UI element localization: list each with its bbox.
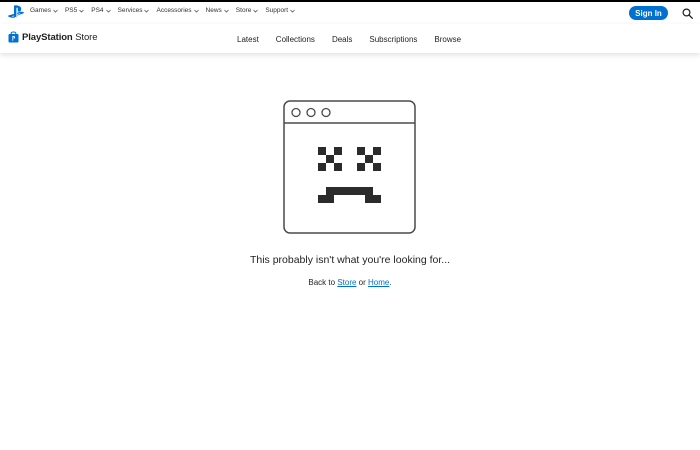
global-nav-item-accessories[interactable]: Accessories (156, 7, 199, 14)
chevron-down-icon (53, 9, 58, 13)
global-nav-item-label: Accessories (156, 7, 192, 14)
global-nav-menu: Games PS5 PS4 Services Accessories News … (30, 7, 295, 14)
tab-deals[interactable]: Deals (332, 35, 352, 44)
global-nav-item-label: Support (265, 7, 289, 14)
global-nav-item-label: Services (117, 7, 143, 14)
search-icon[interactable] (682, 8, 693, 19)
sign-in-button[interactable]: Sign In (629, 6, 668, 20)
tab-collections[interactable]: Collections (276, 35, 315, 44)
store-nav: PlayStation Store Latest Collections Dea… (0, 24, 700, 53)
or-text: or (358, 278, 366, 287)
store-brand-bold: PlayStation (22, 31, 73, 43)
store-tabs: Latest Collections Deals Subscriptions B… (237, 35, 461, 44)
global-nav-item-label: PS5 (64, 7, 78, 14)
global-nav-item-services[interactable]: Services (118, 7, 150, 14)
global-nav-item-games[interactable]: Games (30, 7, 58, 14)
store-brand-label: PlayStation Store (22, 31, 98, 43)
tab-latest[interactable]: Latest (237, 35, 259, 44)
error-message: This probably isn't what you're looking … (249, 254, 451, 266)
global-nav-item-support[interactable]: Support (265, 7, 295, 14)
tab-browse[interactable]: Browse (434, 35, 461, 44)
store-link[interactable]: Store (337, 278, 356, 287)
chevron-down-icon (193, 9, 199, 13)
global-nav-item-label: News (205, 7, 222, 14)
playstation-logo-icon[interactable] (8, 5, 24, 19)
chevron-down-icon (253, 9, 259, 13)
chevron-down-icon (290, 9, 295, 13)
global-nav-item-store[interactable]: Store (236, 7, 259, 14)
global-nav-item-label: Games (30, 7, 51, 14)
chevron-down-icon (224, 9, 229, 13)
store-bag-icon (8, 31, 19, 43)
global-nav-item-ps4[interactable]: PS4 (91, 7, 111, 14)
chevron-down-icon (79, 9, 85, 13)
playstation-store-brand[interactable]: PlayStation Store (8, 31, 98, 43)
chevron-down-icon (144, 9, 150, 13)
store-brand-rest: Store (75, 31, 98, 43)
suffix: . (389, 278, 392, 287)
chevron-down-icon (105, 9, 111, 13)
home-link[interactable]: Home (368, 278, 389, 287)
global-nav-item-ps5[interactable]: PS5 (64, 7, 85, 14)
back-links: Back to Store or Home. (0, 278, 700, 287)
sad-browser-icon (283, 100, 416, 234)
global-nav: Games PS5 PS4 Services Accessories News … (0, 2, 700, 24)
global-nav-item-news[interactable]: News (206, 7, 229, 14)
back-prefix: Back to (308, 278, 336, 287)
global-nav-item-label: Store (235, 7, 252, 14)
global-nav-item-label: PS4 (91, 7, 104, 14)
tab-subscriptions[interactable]: Subscriptions (369, 35, 417, 44)
